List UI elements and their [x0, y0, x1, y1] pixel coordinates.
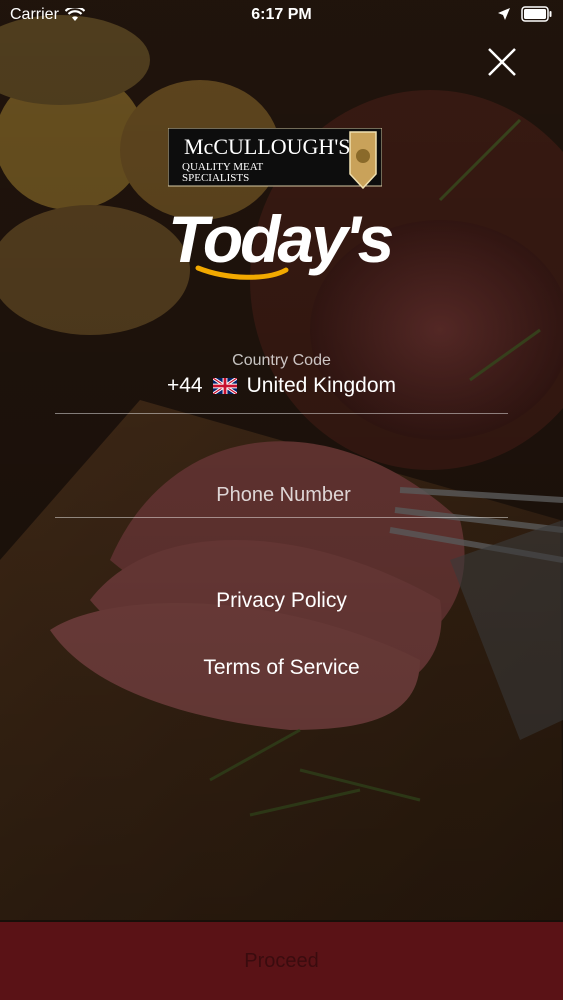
country-code-label: Country Code [232, 352, 331, 369]
badge-name: McCULLOUGH'S [184, 134, 351, 159]
uk-flag-icon [212, 378, 237, 394]
mccullough-badge-logo: McCULLOUGH'S QUALITY MEAT SPECIALISTS [168, 128, 382, 190]
close-icon[interactable] [484, 44, 520, 80]
proceed-button[interactable]: Proceed [0, 922, 563, 1000]
country-code-selector[interactable]: +44 United Kingdom [0, 374, 563, 398]
badge-subtitle-2: SPECIALISTS [182, 172, 249, 184]
phone-divider [55, 517, 508, 518]
country-name: United Kingdom [246, 374, 397, 397]
status-time: 6:17 PM [251, 6, 312, 23]
country-divider [55, 413, 508, 414]
location-arrow-icon [498, 8, 510, 20]
phone-number-input[interactable] [55, 474, 512, 516]
status-right [497, 6, 553, 22]
proceed-label: Proceed [244, 949, 319, 972]
terms-of-service-link[interactable]: Terms of Service [0, 656, 563, 680]
todays-logo: Today's [168, 202, 396, 280]
todays-logo-text: Today's [168, 202, 393, 276]
status-bar: Carrier 6:17 PM [0, 0, 563, 30]
dial-code: +44 [166, 374, 203, 397]
privacy-policy-link[interactable]: Privacy Policy [0, 589, 563, 613]
battery-icon [521, 6, 552, 22]
